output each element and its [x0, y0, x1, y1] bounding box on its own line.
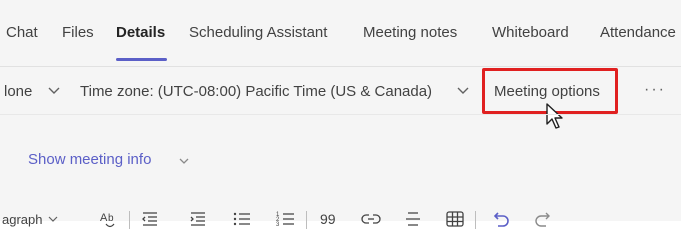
tab-attendance[interactable]: Attendance	[600, 24, 676, 41]
bulleted-list-icon[interactable]	[232, 207, 252, 231]
link-icon[interactable]	[360, 207, 382, 231]
horizontal-rule-icon[interactable]	[403, 207, 423, 231]
toolbar-separator	[129, 211, 130, 229]
table-icon[interactable]	[445, 207, 465, 231]
increase-indent-icon[interactable]	[188, 207, 208, 231]
chevron-down-icon	[49, 216, 58, 222]
chevron-down-icon[interactable]	[178, 155, 190, 167]
show-meeting-info-link[interactable]: Show meeting info	[28, 151, 151, 168]
chevron-down-icon[interactable]	[47, 83, 61, 97]
repeat-dropdown-label[interactable]: lone	[4, 83, 32, 100]
svg-text:b: b	[108, 213, 114, 224]
timezone-dropdown-label[interactable]: Time zone: (UTC-08:00) Pacific Time (US …	[80, 83, 432, 100]
active-tab-indicator	[116, 58, 167, 61]
toolbar-separator	[306, 211, 307, 229]
tab-whiteboard[interactable]: Whiteboard	[492, 24, 569, 41]
numbered-list-icon[interactable]: 1 2 3	[276, 207, 296, 231]
svg-text:A: A	[100, 212, 108, 224]
decrease-indent-icon[interactable]	[140, 207, 160, 231]
undo-icon[interactable]	[492, 207, 512, 231]
paragraph-style-label: agraph	[2, 211, 43, 227]
mouse-cursor-icon	[545, 102, 567, 130]
format-clear-icon[interactable]: A b	[98, 207, 120, 231]
tab-meeting-notes[interactable]: Meeting notes	[363, 24, 457, 41]
chevron-down-icon[interactable]	[456, 83, 470, 97]
tab-bar: Chat Files Details Scheduling Assistant …	[0, 0, 681, 64]
divider	[0, 114, 681, 115]
quote-icon[interactable]: 99	[320, 207, 336, 231]
tab-scheduling-assistant[interactable]: Scheduling Assistant	[189, 24, 327, 41]
more-options-icon[interactable]: ···	[644, 81, 666, 99]
meeting-toolbar: lone Time zone: (UTC-08:00) Pacific Time…	[0, 67, 681, 129]
tab-chat[interactable]: Chat	[6, 24, 38, 41]
editor-toolbar: agraph A b 1 2 3 99	[0, 207, 681, 235]
redo-icon[interactable]	[532, 207, 552, 231]
tab-details[interactable]: Details	[116, 24, 165, 41]
svg-text:3: 3	[276, 222, 280, 228]
teams-meeting-details: Chat Files Details Scheduling Assistant …	[0, 0, 681, 243]
toolbar-separator	[475, 211, 476, 229]
paragraph-style-dropdown[interactable]: agraph	[2, 207, 58, 231]
tab-files[interactable]: Files	[62, 24, 94, 41]
meeting-options-button[interactable]: Meeting options	[494, 83, 600, 100]
